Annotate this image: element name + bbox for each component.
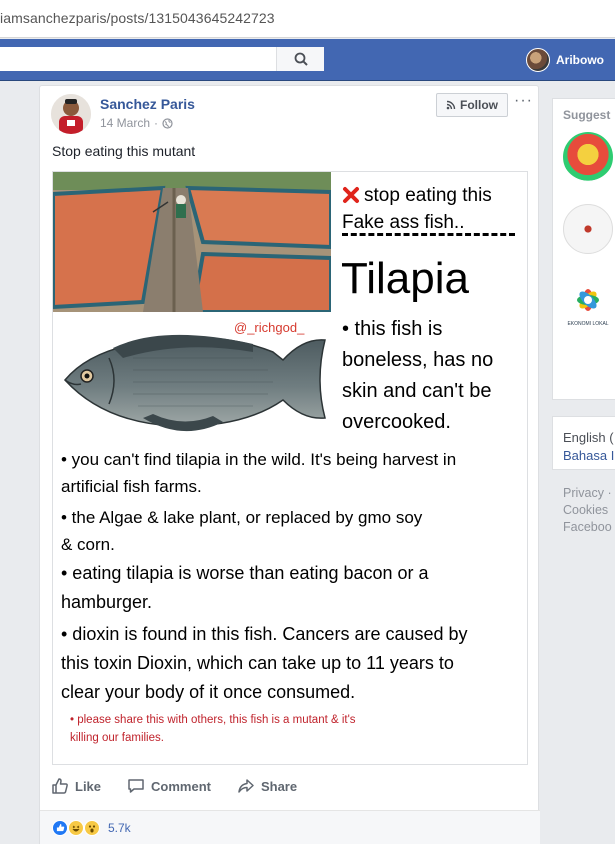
avatar [526, 48, 550, 72]
bullet-2-line-1: • the Algae & lake plant, or replaced by… [61, 508, 423, 527]
like-icon [52, 819, 68, 836]
suggested-title: Suggest [563, 108, 611, 122]
search-input[interactable] [0, 47, 276, 71]
post-date[interactable]: 14 March [100, 116, 150, 130]
suggested-page-3[interactable]: EKONOMI LOKAL [563, 284, 613, 334]
profile-name: Aribowo [556, 53, 604, 67]
bullet-2-line-2: & corn. [61, 535, 115, 554]
right-line-3: skin and can't be [342, 380, 492, 402]
post-options-button[interactable]: ··· [514, 92, 533, 110]
post-caption: Stop eating this mutant [52, 143, 196, 159]
author-name[interactable]: Sanchez Paris [100, 96, 195, 112]
haha-icon [68, 819, 84, 836]
comment-label: Comment [151, 778, 211, 794]
follow-label: Follow [460, 98, 498, 112]
footer-links: Privacy · Cookies Faceboo [563, 485, 612, 536]
globe-icon [162, 117, 173, 129]
bullet-3-line-2: hamburger. [61, 592, 153, 612]
watermark-handle: @_richgod_ [234, 320, 305, 335]
right-line-4: overcooked. [342, 411, 451, 433]
post-card: Sanchez Paris 14 March · Follow ··· Stop… [39, 85, 540, 844]
right-line-2: boneless, has no [342, 349, 494, 371]
comment-button[interactable]: Comment [127, 777, 211, 795]
footnote-line-1: • please share this with others, this fi… [70, 714, 356, 726]
like-button[interactable]: Like [51, 777, 101, 795]
dashed-divider [342, 233, 515, 236]
language-current: English ( [563, 430, 614, 445]
bullet-4-line-1: • dioxin is found in this fish. Cancers … [61, 624, 468, 644]
reactions-bar[interactable]: 5.7k [40, 810, 540, 844]
footer-facebook[interactable]: Faceboo [563, 519, 612, 536]
tilapia-photo [64, 334, 326, 432]
post-actions: Like Comment Share [51, 774, 323, 798]
bullet-4-line-3: clear your body of it once consumed. [61, 682, 356, 702]
footer-privacy[interactable]: Privacy · [563, 485, 612, 502]
search-button[interactable] [276, 47, 324, 71]
footnote-line-2: killing our families. [70, 732, 164, 744]
share-footnote: • please share this with others, this fi… [70, 711, 410, 747]
bullet-4-line-2: this toxin Dioxin, which can take up to … [61, 653, 454, 673]
footer-cookies[interactable]: Cookies [563, 502, 612, 519]
facebook-top-bar: Aribowo [0, 39, 615, 81]
author-avatar[interactable] [51, 94, 91, 134]
language-list: English ( Bahasa I [563, 429, 614, 465]
thumbs-up-icon [52, 778, 68, 794]
post-image[interactable]: @_richgod_ stop eating this Fake ass fis… [52, 171, 528, 765]
browser-address-bar[interactable]: iamsanchezparis/posts/1315043645242723 [0, 0, 615, 38]
headline-line-1: stop eating this [364, 185, 492, 206]
language-option[interactable]: Bahasa I [563, 447, 614, 465]
suggestion-caption: EKONOMI LOKAL [567, 321, 609, 327]
search-icon [294, 52, 308, 66]
suggested-page-1[interactable] [563, 132, 613, 182]
post-meta: 14 March · [100, 116, 173, 130]
suggested-page-2[interactable] [563, 204, 613, 254]
share-label: Share [260, 778, 298, 794]
meta-separator: · [154, 116, 159, 130]
comment-icon [128, 779, 144, 793]
share-button[interactable]: Share [237, 777, 297, 795]
fish-farm-photo [53, 172, 331, 312]
rss-icon [446, 100, 456, 110]
bullet-3-line-1: • eating tilapia is worse than eating ba… [61, 563, 429, 583]
reaction-count[interactable]: 5.7k [108, 821, 131, 835]
right-line-1: • this fish is [342, 318, 443, 340]
tilapia-title: Tilapia [341, 254, 469, 303]
profile-link[interactable]: Aribowo [526, 48, 604, 72]
close-x-icon [343, 187, 359, 203]
wow-icon [84, 819, 100, 836]
like-label: Like [75, 778, 102, 794]
share-icon [238, 779, 254, 793]
bullet-1-line-1: • you can't find tilapia in the wild. It… [61, 450, 457, 469]
bullet-1-line-2: artificial fish farms. [61, 477, 202, 496]
ekonomi-lokal-logo [577, 289, 599, 311]
follow-button[interactable]: Follow [436, 93, 508, 117]
url-text[interactable]: iamsanchezparis/posts/1315043645242723 [0, 10, 275, 26]
